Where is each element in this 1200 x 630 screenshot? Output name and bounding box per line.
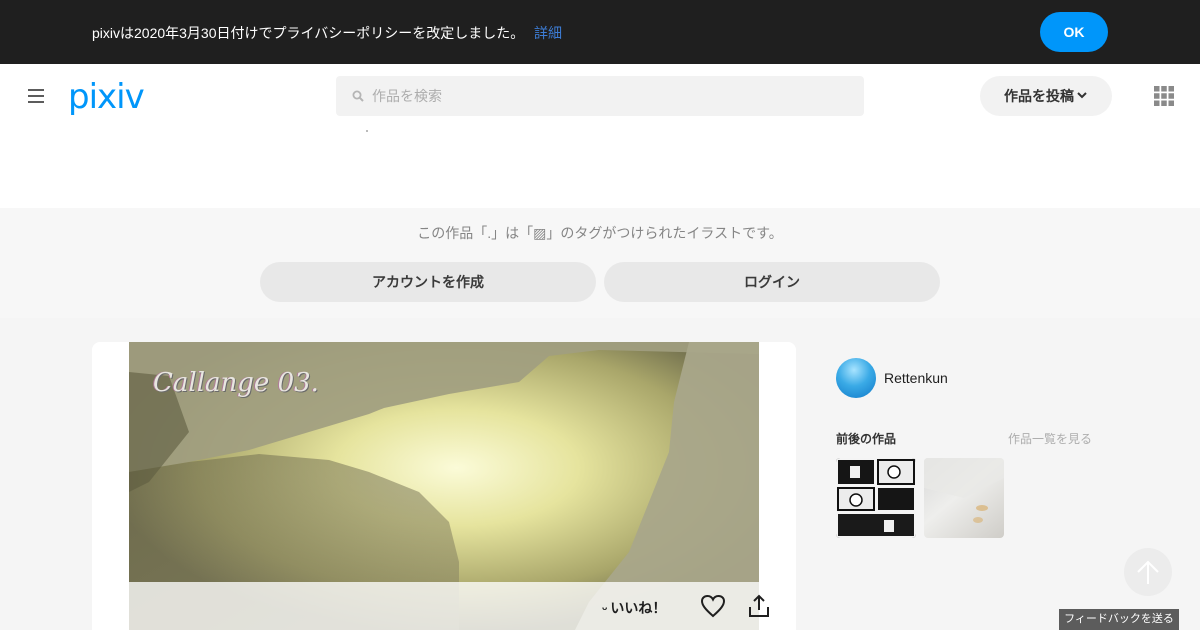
user-avatar[interactable] [836,358,876,398]
artwork-title-text: Callange 03. [153,368,319,398]
search-icon [352,90,364,102]
heart-icon[interactable] [700,594,726,618]
pixiv-logo[interactable]: pixiv [68,77,145,117]
app-grid-icon[interactable] [1154,86,1174,106]
site-header: pixiv 作品を投稿 [0,64,1200,208]
arrow-up-icon [1137,560,1159,584]
like-label: いいね！ [610,600,667,616]
signup-band: この作品「.」は「▨」のタグがつけられたイラストです。 アカウントを作成 ログイ… [0,208,1200,318]
other-works-heading: 前後の作品 [836,432,897,446]
artwork-card: Callange 03. ᵕ いいね！ [92,342,796,630]
privacy-notice-bar: pixivは2020年3月30日付けでプライバシーポリシーを改定しました。 詳細… [0,0,1200,64]
create-account-button[interactable]: アカウントを作成 [260,262,596,302]
see-all-works-link[interactable]: 作品一覧を見る [1008,430,1092,447]
notice-details-link[interactable]: 詳細 [534,23,562,43]
notice-ok-button[interactable]: OK [1040,12,1108,52]
share-icon[interactable] [748,594,770,618]
hamburger-menu-icon[interactable] [28,89,44,103]
username[interactable]: Rettenkun [884,370,948,386]
post-work-button[interactable]: 作品を投稿 [980,76,1112,116]
like-button[interactable]: ᵕ いいね！ [602,598,666,618]
login-button[interactable]: ログイン [604,262,940,302]
feedback-button[interactable]: フィードバックを送る [1059,609,1179,630]
search-box[interactable] [336,76,864,116]
other-work-thumbnail[interactable] [924,458,1004,538]
notice-text: pixivは2020年3月30日付けでプライバシーポリシーを改定しました。 [92,25,525,41]
smile-icon: ᵕ [602,601,608,616]
back-to-top-button[interactable] [1124,548,1172,596]
post-work-label: 作品を投稿 [1004,88,1074,104]
header-dot [366,130,368,132]
search-input[interactable] [372,76,852,116]
artwork-action-bar: ᵕ いいね！ [92,582,796,630]
tag-description: この作品「.」は「▨」のタグがつけられたイラストです。 [417,225,783,241]
other-work-thumbnail[interactable] [836,458,916,538]
chevron-down-icon [1077,92,1087,99]
